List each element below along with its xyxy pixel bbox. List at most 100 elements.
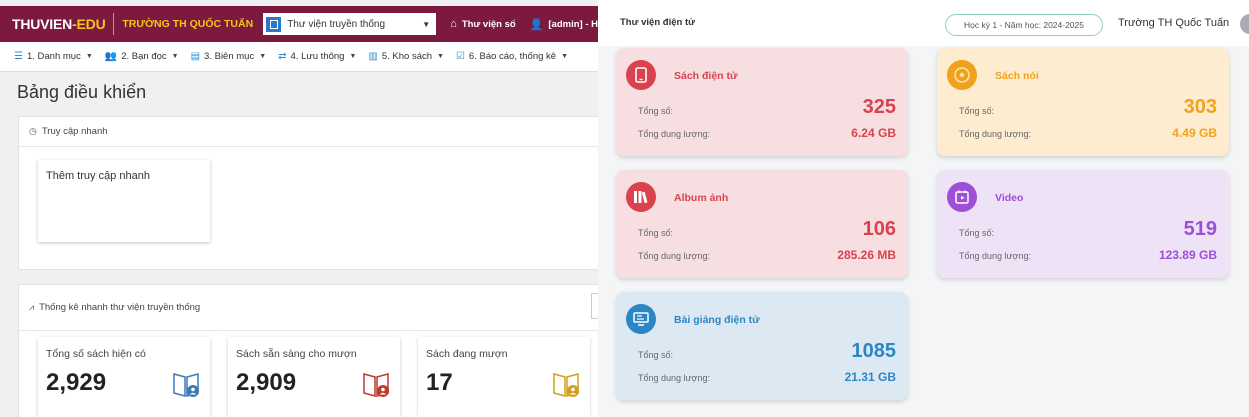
school-term-selector[interactable]: Học kỳ 1 - Năm học: 2024-2025 <box>945 14 1103 36</box>
book-reader-icon <box>553 373 579 397</box>
panel-tool-button[interactable] <box>591 293 598 319</box>
card-count: 303 <box>1183 96 1217 118</box>
card-audiobooks[interactable]: Sách nói Tổng số: Tổng dung lượng: 303 4… <box>937 48 1229 156</box>
total-label: Tổng số: <box>959 106 995 116</box>
clock-icon: ◷ <box>29 126 37 136</box>
card-size: 285.26 MB <box>837 248 896 262</box>
menu-ban-doc[interactable]: 👥 2. Bạn đọc ▼ <box>105 51 179 62</box>
size-label: Tổng dung lượng: <box>959 129 1031 139</box>
school-name: TRƯỜNG TH QUỐC TUẤN <box>122 18 254 30</box>
card-size: 4.49 GB <box>1172 126 1217 140</box>
size-label: Tổng dung lượng: <box>959 251 1031 261</box>
report-icon: ☑ <box>455 51 465 62</box>
top-navbar: THUVIEN-EDU TRƯỜNG TH QUỐC TUẤN Thư viện… <box>0 6 598 42</box>
card-size: 21.31 GB <box>844 370 896 384</box>
quick-stats-title: Thống kê nhanh thư viện truyền thống <box>39 302 201 313</box>
digital-library-label: Thư viện số <box>461 18 516 30</box>
size-label: Tổng dung lượng: <box>638 373 710 383</box>
menu-luu-thong[interactable]: ⇄ 4. Lưu thông ▼ <box>278 51 356 62</box>
library-select[interactable]: Thư viện truyền thống ▼ <box>263 13 437 35</box>
menu-kho-sach[interactable]: ▥ 5. Kho sách ▼ <box>368 51 444 62</box>
list-icon: ☰ <box>14 51 23 62</box>
exchange-icon: ⇄ <box>278 51 287 62</box>
card-videos[interactable]: Video Tổng số: Tổng dung lượng: 519 123.… <box>937 170 1229 278</box>
menu-label: 4. Lưu thông <box>290 51 345 62</box>
user-name: [admin] - H <box>548 18 598 30</box>
add-quick-access-tile[interactable]: Thêm truy cập nhanh <box>38 160 210 242</box>
size-label: Tổng dung lượng: <box>638 251 710 261</box>
traditional-library-dashboard: THUVIEN-EDU TRƯỜNG TH QUỐC TUẤN Thư viện… <box>0 0 598 417</box>
menu-label: 2. Bạn đọc <box>121 51 167 62</box>
user-icon: 👤 <box>529 18 544 31</box>
brand-logo[interactable]: THUVIEN-EDU <box>0 16 106 32</box>
video-icon <box>947 182 977 212</box>
menu-bao-cao[interactable]: ☑ 6. Báo cáo, thống kê ▼ <box>456 51 568 62</box>
navbar-divider <box>113 13 115 35</box>
user-menu[interactable]: 👤 [admin] - H <box>530 18 598 31</box>
card-count: 1085 <box>851 340 897 362</box>
chart-icon: ⩘ <box>29 302 35 312</box>
menu-label: 1. Danh mục <box>26 51 81 62</box>
digital-library-link[interactable]: ⌂ Thư viện số <box>450 18 516 30</box>
card-title: Video <box>995 192 1024 204</box>
stat-available-books: Sách sẵn sàng cho mượn 2,909 <box>228 337 400 417</box>
library-select-value: Thư viện truyền thống <box>287 18 386 30</box>
stat-value: 2,929 <box>46 369 107 396</box>
card-e-lectures[interactable]: Bài giảng điện tử Tổng số: Tổng dung lượ… <box>616 292 908 400</box>
stat-value: 2,909 <box>236 369 297 396</box>
digital-library-dashboard: Thư viện điện tử Học kỳ 1 - Năm học: 202… <box>598 0 1249 417</box>
card-ebooks[interactable]: Sách điện tử Tổng số: Tổng dung lượng: 3… <box>616 48 908 156</box>
card-count: 325 <box>862 96 896 118</box>
catalog-icon: ▤ <box>190 51 201 62</box>
total-label: Tổng số: <box>638 350 674 360</box>
menu-bien-muc[interactable]: ▤ 3. Biên mục ▼ <box>191 51 267 62</box>
quick-access-header: ◷ Truy cập nhanh <box>19 117 598 147</box>
stat-borrowed-books: Sách đang mượn 17 <box>418 337 590 417</box>
stat-value: 17 <box>426 369 453 396</box>
total-label: Tổng số: <box>638 228 674 238</box>
home-icon: ⌂ <box>450 18 457 30</box>
card-count: 106 <box>862 218 896 240</box>
book-reader-icon <box>173 373 199 397</box>
card-photo-albums[interactable]: Album ảnh Tổng số: Tổng dung lượng: 106 … <box>616 170 908 278</box>
page-title: Bảng điều khiển <box>17 82 147 102</box>
card-title: Sách nói <box>995 70 1039 82</box>
menu-danh-muc[interactable]: ☰ 1. Danh mục ▼ <box>14 51 93 62</box>
total-label: Tổng số: <box>638 106 674 116</box>
chevron-down-icon: ▼ <box>422 19 431 29</box>
caret-down-icon: ▼ <box>259 53 267 60</box>
school-name: Trường TH Quốc Tuấn <box>1118 17 1230 29</box>
book-reader-icon <box>363 373 389 397</box>
stat-total-books: Tổng số sách hiện có 2,929 <box>38 337 210 417</box>
card-title: Album ảnh <box>674 192 729 204</box>
menu-label: 5. Kho sách <box>381 51 433 62</box>
avatar[interactable] <box>1240 14 1249 34</box>
stat-label: Tổng số sách hiện có <box>46 348 146 360</box>
main-menu: ☰ 1. Danh mục ▼ 👥 2. Bạn đọc ▼ ▤ 3. Biên… <box>0 42 598 72</box>
tablet-icon <box>626 60 656 90</box>
warehouse-icon: ▥ <box>368 51 378 62</box>
readers-icon: 👥 <box>104 51 118 62</box>
total-label: Tổng số: <box>959 228 995 238</box>
digital-library-header: Thư viện điện tử Học kỳ 1 - Năm học: 202… <box>598 0 1249 46</box>
book-icon <box>266 16 282 32</box>
stat-label: Sách đang mượn <box>426 348 508 360</box>
digital-library-title: Thư viện điện tử <box>620 17 695 28</box>
caret-down-icon: ▼ <box>85 53 93 60</box>
books-icon <box>626 182 656 212</box>
quick-stats-header: ⩘ Thống kê nhanh thư viện truyền thống <box>19 285 598 331</box>
card-size: 123.89 GB <box>1158 248 1217 262</box>
card-size: 6.24 GB <box>851 126 896 140</box>
menu-label: 6. Báo cáo, thống kê <box>468 51 557 62</box>
menu-label: 3. Biên mục <box>204 51 255 62</box>
monitor-icon <box>626 304 656 334</box>
caret-down-icon: ▼ <box>171 53 179 60</box>
screenshot-root: THUVIEN-EDU TRƯỜNG TH QUỐC TUẤN Thư viện… <box>0 0 1249 417</box>
card-count: 519 <box>1183 218 1217 240</box>
quick-access-title: Truy cập nhanh <box>41 126 108 137</box>
caret-down-icon: ▼ <box>561 53 569 60</box>
card-title: Bài giảng điện tử <box>674 314 760 326</box>
caret-down-icon: ▼ <box>437 53 444 60</box>
size-label: Tổng dung lượng: <box>638 129 710 139</box>
caret-down-icon: ▼ <box>349 53 357 60</box>
